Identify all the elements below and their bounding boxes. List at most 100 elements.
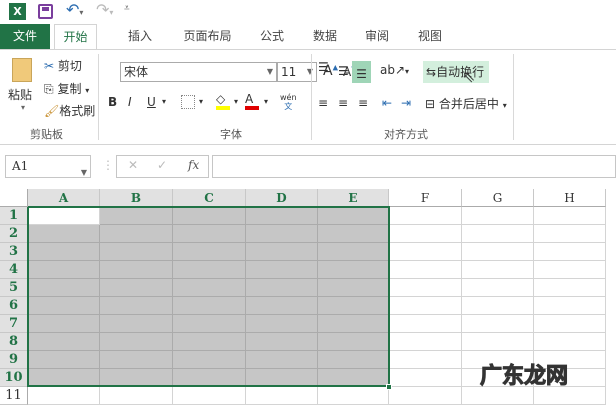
- cell-F11[interactable]: [389, 387, 462, 405]
- row-header-1[interactable]: 1: [0, 207, 28, 225]
- cell-C11[interactable]: [173, 387, 246, 405]
- cell-G6[interactable]: [462, 297, 534, 315]
- tab-insert[interactable]: 插入: [120, 24, 160, 49]
- column-header-A[interactable]: A: [28, 189, 100, 207]
- row-header-7[interactable]: 7: [0, 315, 28, 333]
- cell-H8[interactable]: [534, 333, 606, 351]
- wrap-text-icon: ⇆: [426, 65, 437, 79]
- redo-icon[interactable]: ↷▾: [96, 0, 113, 19]
- cell-A11[interactable]: [28, 387, 100, 405]
- insert-function-icon[interactable]: fx: [188, 158, 199, 172]
- font-name-select[interactable]: 宋体 ▼: [120, 62, 277, 82]
- enter-icon[interactable]: ✓: [157, 158, 167, 172]
- cell-G5[interactable]: [462, 279, 534, 297]
- cell-G4[interactable]: [462, 261, 534, 279]
- cell-G8[interactable]: [462, 333, 534, 351]
- cell-H2[interactable]: [534, 225, 606, 243]
- align-left-icon[interactable]: ≡: [318, 96, 328, 110]
- cell-F10[interactable]: [389, 369, 462, 387]
- paste-button[interactable]: 粘贴 ▾: [8, 58, 38, 118]
- cell-G2[interactable]: [462, 225, 534, 243]
- row-header-9[interactable]: 9: [0, 351, 28, 369]
- row-header-2[interactable]: 2: [0, 225, 28, 243]
- chevron-down-icon[interactable]: ▾: [234, 97, 238, 106]
- cell-F3[interactable]: [389, 243, 462, 261]
- column-header-F[interactable]: F: [389, 189, 462, 207]
- wrap-text-button[interactable]: ⇆自动换行: [423, 61, 489, 83]
- cell-H4[interactable]: [534, 261, 606, 279]
- column-header-B[interactable]: B: [100, 189, 173, 207]
- cell-F8[interactable]: [389, 333, 462, 351]
- increase-indent-icon[interactable]: ⇥: [401, 96, 411, 110]
- column-header-G[interactable]: G: [462, 189, 534, 207]
- cell-G7[interactable]: [462, 315, 534, 333]
- tab-formulas[interactable]: 公式: [252, 24, 292, 49]
- row-header-3[interactable]: 3: [0, 243, 28, 261]
- save-icon[interactable]: [38, 4, 53, 19]
- cell-F4[interactable]: [389, 261, 462, 279]
- row-header-10[interactable]: 10: [0, 369, 28, 387]
- cell-F6[interactable]: [389, 297, 462, 315]
- cell-E11[interactable]: [318, 387, 389, 405]
- cell-G1[interactable]: [462, 207, 534, 225]
- row-header-8[interactable]: 8: [0, 333, 28, 351]
- align-top-icon[interactable]: ☰: [318, 60, 329, 74]
- phonetic-button[interactable]: wén 文: [280, 93, 297, 111]
- cell-H7[interactable]: [534, 315, 606, 333]
- row-header-5[interactable]: 5: [0, 279, 28, 297]
- cell-F1[interactable]: [389, 207, 462, 225]
- borders-icon[interactable]: [181, 95, 195, 109]
- orientation-icon[interactable]: ab↗▾: [380, 63, 409, 77]
- tab-page-layout[interactable]: 页面布局: [175, 24, 240, 49]
- fill-handle[interactable]: [386, 384, 392, 390]
- formula-input[interactable]: [212, 155, 616, 178]
- align-center-icon[interactable]: ≡: [338, 96, 348, 110]
- align-middle-icon[interactable]: ☰: [338, 64, 349, 78]
- italic-button[interactable]: I: [128, 95, 132, 109]
- font-color-letter: A: [245, 92, 254, 106]
- cell-F2[interactable]: [389, 225, 462, 243]
- tab-review[interactable]: 审阅: [357, 24, 397, 49]
- underline-button[interactable]: U: [147, 95, 156, 109]
- cell-F7[interactable]: [389, 315, 462, 333]
- name-box[interactable]: A1 ▼: [5, 155, 91, 178]
- font-color-button[interactable]: A: [245, 92, 259, 110]
- cancel-icon[interactable]: ✕: [128, 158, 138, 172]
- cell-F9[interactable]: [389, 351, 462, 369]
- chevron-down-icon[interactable]: ▾: [162, 97, 166, 106]
- decrease-indent-icon[interactable]: ⇤: [382, 96, 392, 110]
- merge-center-button[interactable]: ⊟ 合并后居中 ▾: [425, 95, 507, 112]
- fill-color-button[interactable]: ◇: [216, 92, 230, 110]
- cell-D11[interactable]: [246, 387, 318, 405]
- tab-data[interactable]: 数据: [305, 24, 345, 49]
- format-painter-button[interactable]: 🖌格式刷: [44, 102, 95, 119]
- undo-icon[interactable]: ↶▾: [66, 0, 83, 19]
- cell-G3[interactable]: [462, 243, 534, 261]
- bold-button[interactable]: B: [108, 95, 117, 109]
- cut-button[interactable]: ✂ 剪切: [44, 57, 82, 74]
- copy-button[interactable]: ⎘ 复制 ▾: [44, 80, 89, 97]
- tab-home[interactable]: 开始: [54, 24, 97, 49]
- customize-icon[interactable]: ⩡: [124, 3, 130, 14]
- column-header-C[interactable]: C: [173, 189, 246, 207]
- select-all-button[interactable]: [0, 189, 28, 207]
- column-header-E[interactable]: E: [318, 189, 389, 207]
- align-bottom-icon[interactable]: ☰: [352, 61, 371, 83]
- cell-H3[interactable]: [534, 243, 606, 261]
- chevron-down-icon[interactable]: ▾: [264, 97, 268, 106]
- cell-F5[interactable]: [389, 279, 462, 297]
- cell-B11[interactable]: [100, 387, 173, 405]
- row-header-6[interactable]: 6: [0, 297, 28, 315]
- cell-H1[interactable]: [534, 207, 606, 225]
- column-header-D[interactable]: D: [246, 189, 318, 207]
- row-header-11[interactable]: 11: [0, 387, 28, 405]
- align-right-icon[interactable]: ≡: [358, 96, 368, 110]
- name-box-value: A1: [12, 159, 29, 173]
- tab-view[interactable]: 视图: [410, 24, 450, 49]
- tab-file[interactable]: 文件: [0, 24, 50, 49]
- cell-H5[interactable]: [534, 279, 606, 297]
- column-header-H[interactable]: H: [534, 189, 606, 207]
- row-header-4[interactable]: 4: [0, 261, 28, 279]
- chevron-down-icon[interactable]: ▾: [199, 97, 203, 106]
- cell-H6[interactable]: [534, 297, 606, 315]
